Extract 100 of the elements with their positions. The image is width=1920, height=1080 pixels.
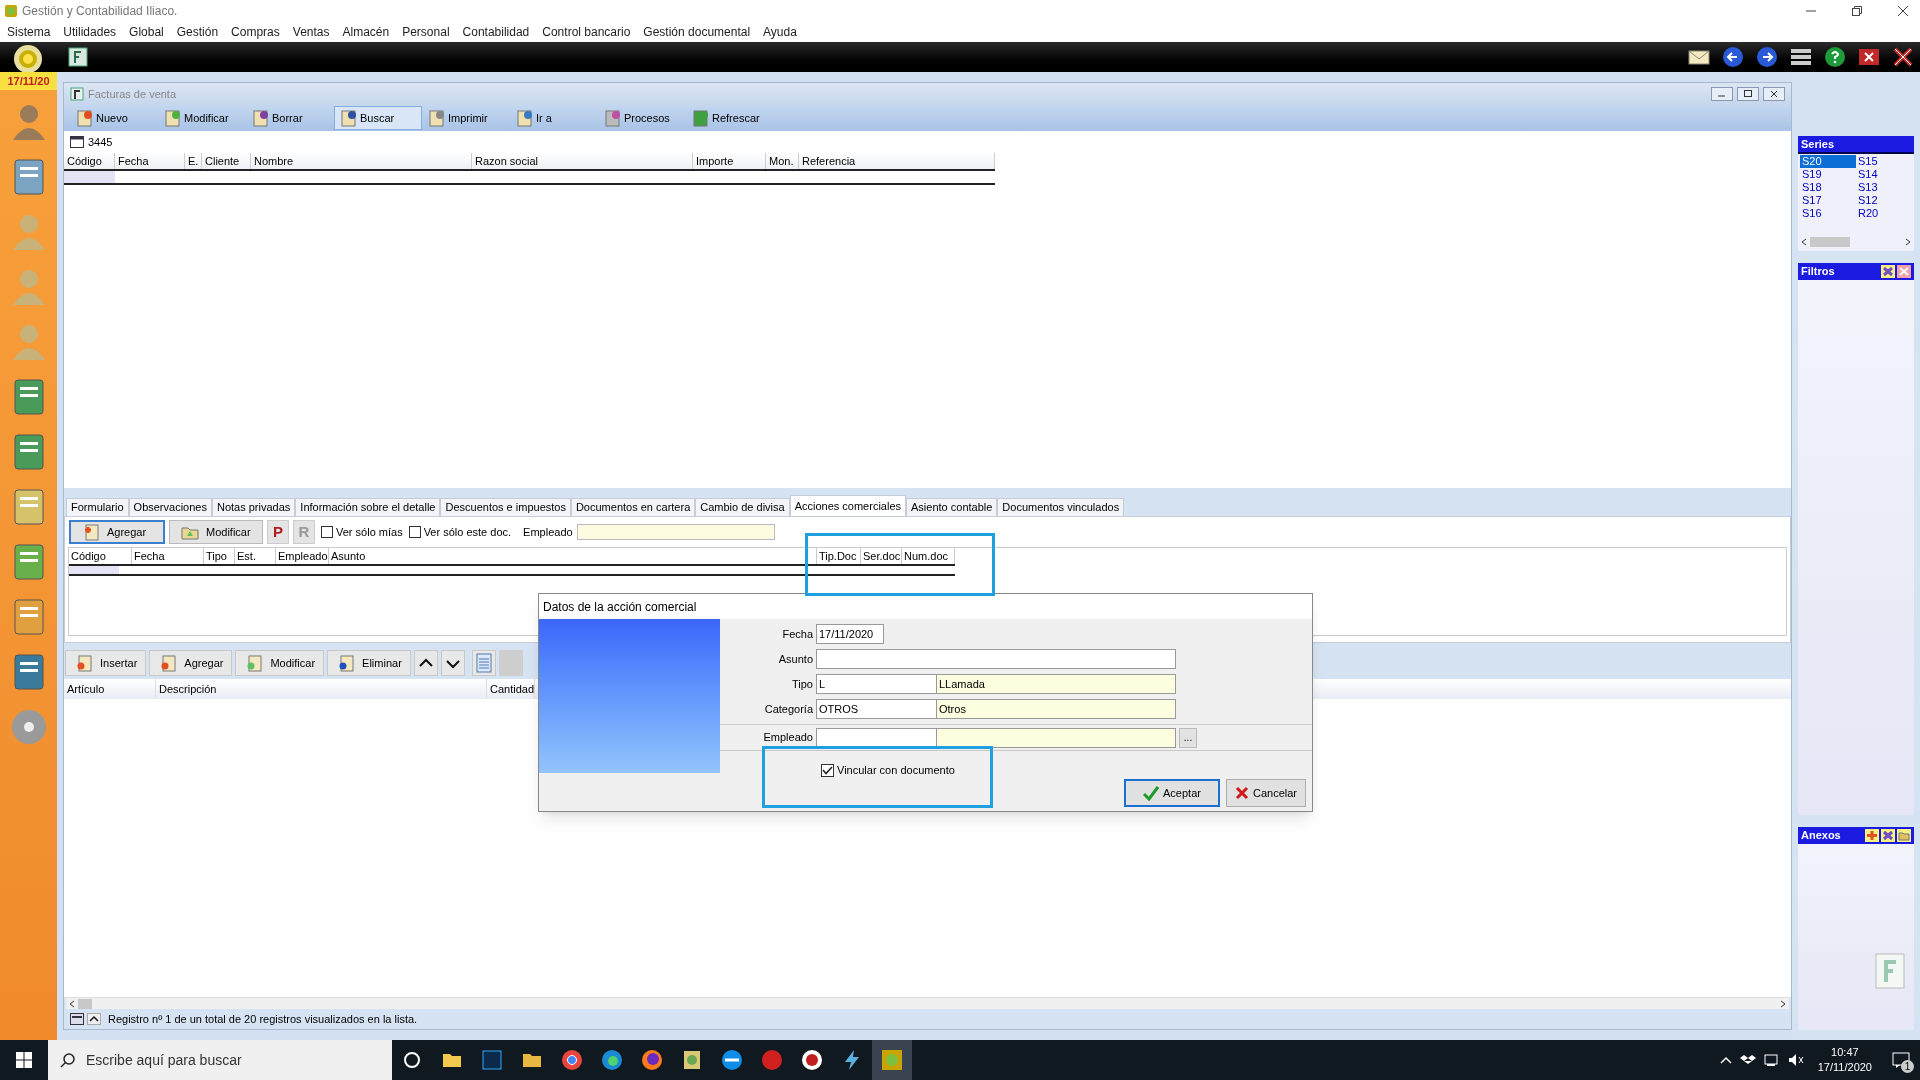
chevron-up-icon[interactable] (1719, 1055, 1732, 1065)
collapse-icon[interactable] (87, 1013, 101, 1025)
browser-icon[interactable] (600, 1048, 624, 1072)
tab[interactable]: Acciones comerciales (789, 495, 906, 516)
app-icon[interactable] (800, 1048, 824, 1072)
series-item[interactable]: S16 (1800, 207, 1856, 220)
column-header[interactable]: Ser.doc (861, 548, 902, 564)
input-field[interactable] (816, 727, 937, 748)
tab[interactable]: Descuentos e impuestos (440, 498, 571, 516)
forward-icon[interactable] (1756, 46, 1778, 68)
dialog-button[interactable]: Cancelar (1226, 779, 1306, 807)
checkbox[interactable]: Ver sólo este doc. (408, 523, 512, 541)
tab[interactable]: Notas privadas (211, 498, 296, 516)
toolbar-button[interactable]: Procesos (598, 106, 686, 130)
menu-item[interactable]: Control bancario (542, 23, 631, 41)
toolbar-button[interactable]: Refrescar (686, 106, 774, 130)
browser-icon[interactable] (640, 1048, 664, 1072)
scroll-thumb[interactable] (78, 998, 92, 1009)
speaker-icon[interactable] (1787, 1053, 1804, 1067)
series-item[interactable]: S17 (1800, 194, 1856, 207)
tab[interactable]: Asiento contable (906, 498, 998, 516)
column-header[interactable]: Fecha (132, 548, 204, 564)
description-field[interactable]: LLamada (936, 674, 1176, 694)
menu-item[interactable]: Almacén (342, 23, 390, 41)
close-icon[interactable] (1898, 6, 1908, 16)
action-button[interactable]: Agregar (69, 520, 165, 544)
clock-time[interactable]: 10:47 (1831, 1045, 1859, 1060)
puzzle-icon[interactable] (1881, 265, 1895, 278)
series-item[interactable]: S14 (1856, 168, 1912, 181)
column-header[interactable]: Descripción (156, 679, 487, 699)
date-field[interactable]: 17/11/2020 (816, 624, 884, 644)
menu-item[interactable]: Ayuda (763, 23, 797, 41)
letter-button[interactable]: P (267, 520, 289, 544)
tab[interactable]: Formulario (66, 498, 129, 516)
dialog-button[interactable]: Aceptar (1124, 779, 1220, 807)
scroll-thumb[interactable] (1810, 237, 1850, 247)
column-header[interactable]: Mon. (766, 153, 799, 169)
tab[interactable]: Cambio de divisa (695, 498, 790, 516)
menu-item[interactable]: Ventas (292, 23, 330, 41)
input-field[interactable] (816, 649, 1176, 669)
column-header[interactable]: Artículo (64, 679, 156, 699)
toolbar-button[interactable]: Modificar (158, 106, 246, 130)
action-button[interactable]: Insertar (65, 650, 147, 676)
browse-button[interactable]: ... (1179, 727, 1197, 748)
checkbox[interactable]: Ver sólo mías (321, 523, 403, 541)
cloud-icon[interactable] (1739, 1053, 1756, 1067)
mail-icon[interactable] (1688, 48, 1710, 66)
browser-icon[interactable] (560, 1048, 584, 1072)
code-field[interactable]: OTROS (816, 699, 937, 719)
table-row[interactable] (64, 171, 995, 185)
menu-item[interactable]: Gestión (176, 23, 219, 41)
series-item[interactable]: S20 (1800, 155, 1856, 168)
series-item[interactable]: S12 (1856, 194, 1912, 207)
notification-icon[interactable] (1892, 1052, 1910, 1068)
column-header[interactable]: Est. (235, 548, 276, 564)
close-icon[interactable] (1763, 87, 1785, 101)
column-header[interactable]: Tipo (204, 548, 235, 564)
series-item[interactable]: S13 (1856, 181, 1912, 194)
puzzle-icon[interactable] (1881, 829, 1895, 842)
network-icon[interactable] (1763, 1053, 1780, 1067)
toolbar-button[interactable]: Buscar (334, 106, 422, 130)
tab[interactable]: Observaciones (128, 498, 212, 516)
column-header[interactable]: Fecha (115, 153, 185, 169)
column-header[interactable]: Num.doc (902, 548, 955, 564)
action-button[interactable]: Eliminar (327, 650, 411, 676)
restore-icon[interactable] (1852, 6, 1862, 16)
tab[interactable]: Documentos vinculados (997, 498, 1125, 516)
exit-icon[interactable] (1892, 46, 1914, 68)
column-header[interactable]: Código (64, 153, 115, 169)
toolbar-button[interactable]: Ir a (510, 106, 598, 130)
search-field[interactable]: Escribe aquí para buscar (48, 1040, 392, 1080)
column-header[interactable]: Código (69, 548, 132, 564)
tab[interactable]: Documentos en cartera (570, 498, 696, 516)
column-header[interactable]: Cantidad (487, 679, 535, 699)
toolbar-button[interactable]: Imprimir (422, 106, 510, 130)
series-item[interactable]: S15 (1856, 155, 1912, 168)
restore-icon[interactable] (1737, 87, 1759, 101)
description-field[interactable] (936, 727, 1176, 748)
tab[interactable]: Información sobre el detalle (295, 498, 441, 516)
column-header[interactable]: Importe (693, 153, 766, 169)
menu-item[interactable]: Compras (231, 23, 280, 41)
action-button[interactable]: Agregar (149, 650, 233, 676)
close-icon[interactable] (1858, 47, 1880, 67)
column-header[interactable]: Referencia (799, 153, 995, 169)
add-icon[interactable] (1865, 829, 1879, 842)
checkbox[interactable]: Vincular con documento (821, 762, 955, 779)
column-header[interactable]: Empleado (276, 548, 329, 564)
table-row[interactable] (69, 566, 955, 576)
back-icon[interactable] (1722, 46, 1744, 68)
column-header[interactable]: Asunto (329, 548, 817, 564)
menu-item[interactable]: Utilidades (63, 23, 117, 41)
windows-icon[interactable] (16, 1052, 32, 1068)
column-header[interactable]: E. (185, 153, 202, 169)
action-button[interactable]: Modificar (169, 520, 263, 544)
column-header[interactable]: Tip.Doc (817, 548, 861, 564)
menu-icon[interactable] (1790, 47, 1812, 67)
series-item[interactable]: R20 (1856, 207, 1912, 220)
column-header[interactable]: Nombre (251, 153, 472, 169)
invoice-icon[interactable] (68, 47, 88, 67)
code-field[interactable]: L (816, 674, 937, 694)
